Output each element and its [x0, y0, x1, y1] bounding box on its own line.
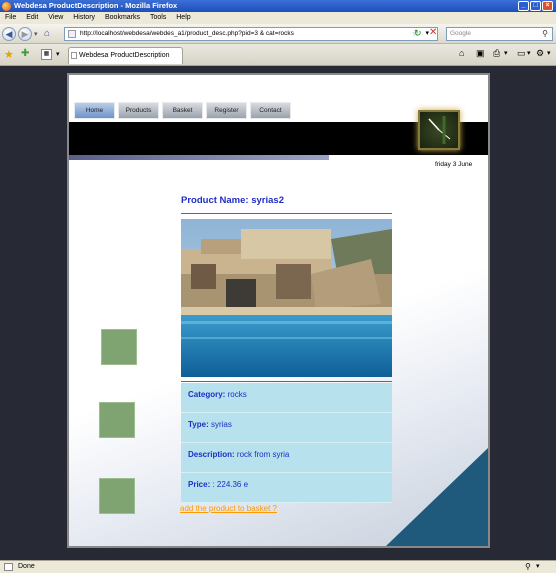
- status-page-icon: [4, 563, 13, 571]
- nav-products[interactable]: Products: [118, 102, 159, 119]
- menu-bar: File Edit View History Bookmarks Tools H…: [0, 12, 556, 24]
- screenshot-icon[interactable]: ▣: [476, 48, 485, 59]
- tab-bar: ★ ✚ ▦ ▾ Webdesa ProductDescription ⌂ ▣ ⎙…: [0, 44, 556, 66]
- zoom-dropdown-icon[interactable]: ▾: [536, 561, 540, 573]
- tab-list-dropdown-icon[interactable]: ▾: [56, 50, 60, 58]
- page-icon: [68, 30, 76, 38]
- search-icon[interactable]: ⚲: [542, 28, 548, 40]
- description-label: Description:: [188, 450, 235, 459]
- bookmarks-star-icon[interactable]: ★: [4, 48, 14, 61]
- search-placeholder: Google: [450, 30, 471, 37]
- menu-view[interactable]: View: [48, 14, 63, 21]
- info-category: Category: rocks: [181, 383, 392, 413]
- current-date: friday 3 June: [435, 161, 473, 168]
- description-value: rock from syria: [236, 450, 290, 459]
- villa-photo: [181, 219, 392, 377]
- bookmark-add-icon[interactable]: ✚: [21, 48, 29, 59]
- web-page: Home Products Basket Register Contact fr…: [67, 73, 490, 548]
- stop-icon[interactable]: ✕: [429, 27, 437, 38]
- window-title: Webdesa ProductDescription - Mozilla Fir…: [14, 1, 178, 10]
- navigation-toolbar: ◀ ▶ ▾ ⌂ http://localhost/webdesa/webdes_…: [0, 24, 556, 44]
- maximize-button[interactable]: □: [530, 1, 541, 11]
- category-label: Category:: [188, 390, 226, 399]
- nav-basket[interactable]: Basket: [162, 102, 203, 119]
- product-name-label: Product Name:: [181, 195, 249, 206]
- search-input[interactable]: Google ⚲: [446, 27, 553, 41]
- minimize-button[interactable]: _: [518, 1, 529, 11]
- refresh-icon[interactable]: ↻: [414, 28, 422, 39]
- tab-page-icon: [71, 52, 77, 59]
- price-value: : 224.36 e: [212, 480, 249, 489]
- corner-decoration: [386, 448, 488, 546]
- tab-active[interactable]: Webdesa ProductDescription: [68, 47, 183, 64]
- type-value: syrias: [210, 420, 232, 429]
- price-label: Price:: [188, 480, 211, 489]
- nav-contact[interactable]: Contact: [250, 102, 291, 119]
- print-icon[interactable]: ⎙: [493, 48, 500, 59]
- menu-help[interactable]: Help: [176, 14, 190, 21]
- page-dropdown-icon[interactable]: ▾: [527, 49, 531, 57]
- decor-square: [99, 402, 135, 438]
- tools-dropdown-icon[interactable]: ▾: [547, 49, 551, 57]
- divider-top: [181, 213, 392, 214]
- tab-label: Webdesa ProductDescription: [79, 52, 170, 59]
- menu-tools[interactable]: Tools: [150, 14, 166, 21]
- home-icon[interactable]: ⌂: [44, 27, 58, 41]
- tab-grid-icon[interactable]: ▦: [41, 49, 52, 60]
- info-price: Price: : 224.36 e: [181, 473, 392, 503]
- product-name-value: syrias2: [251, 195, 284, 206]
- nav-register[interactable]: Register: [206, 102, 247, 119]
- print-dropdown-icon[interactable]: ▾: [504, 49, 508, 57]
- url-input[interactable]: http://localhost/webdesa/webdes_a1/produ…: [64, 27, 438, 41]
- close-button[interactable]: ×: [542, 1, 553, 11]
- add-to-basket-link[interactable]: add the product to basket ?: [180, 504, 277, 513]
- product-image: [181, 219, 392, 377]
- menu-edit[interactable]: Edit: [26, 14, 38, 21]
- url-text: http://localhost/webdesa/webdes_a1/produ…: [80, 30, 294, 37]
- type-label: Type:: [188, 420, 209, 429]
- info-type: Type: syrias: [181, 413, 392, 443]
- page-menu-icon[interactable]: ▭: [517, 48, 526, 59]
- zoom-icon[interactable]: ⚲: [525, 561, 531, 573]
- firefox-icon: [2, 2, 11, 11]
- product-name-heading: Product Name: syrias2: [181, 195, 284, 206]
- status-text: Done: [18, 563, 35, 570]
- header-stripe: [69, 155, 329, 160]
- nav-home[interactable]: Home: [74, 102, 115, 119]
- forward-button[interactable]: ▶: [18, 27, 32, 41]
- window-title-bar: Webdesa ProductDescription - Mozilla Fir…: [0, 0, 556, 12]
- menu-history[interactable]: History: [73, 14, 95, 21]
- menu-bookmarks[interactable]: Bookmarks: [105, 14, 140, 21]
- status-bar: Done ⚲ ▾: [0, 560, 556, 573]
- divider-bottom: [181, 381, 392, 382]
- category-value: rocks: [227, 390, 247, 399]
- back-button[interactable]: ◀: [2, 27, 16, 41]
- decor-square: [101, 329, 137, 365]
- info-description: Description: rock from syria: [181, 443, 392, 473]
- clock-hands-icon: [428, 116, 451, 144]
- decor-square: [99, 478, 135, 514]
- home-small-icon[interactable]: ⌂: [459, 48, 464, 58]
- tools-gear-icon[interactable]: ⚙: [536, 48, 544, 59]
- history-dropdown-icon[interactable]: ▾: [34, 30, 38, 38]
- clock-widget: [418, 110, 460, 150]
- menu-file[interactable]: File: [5, 14, 16, 21]
